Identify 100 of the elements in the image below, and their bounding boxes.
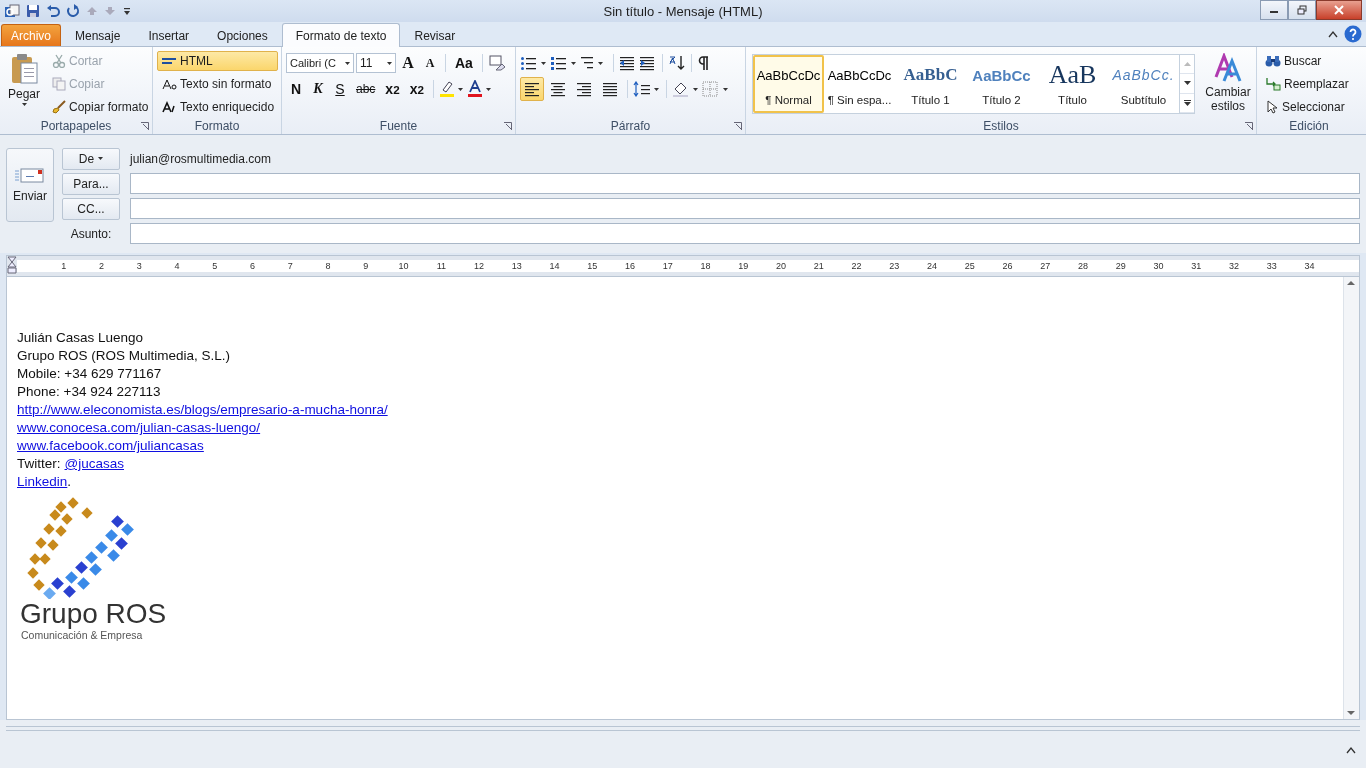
subject-label: Asunto: <box>69 226 113 241</box>
link[interactable]: www.facebook.com/juliancasas <box>17 437 204 455</box>
style-option[interactable]: AaBbCcDc ¶ Normal <box>753 55 824 113</box>
dialog-launcher-icon[interactable] <box>734 122 742 130</box>
customize-menu-icon[interactable] <box>122 5 132 17</box>
font-style-button[interactable]: N <box>286 78 306 100</box>
editing-button[interactable]: Reemplazar <box>1261 74 1353 94</box>
ruler-number: 27 <box>1039 261 1052 271</box>
style-option[interactable]: AaBbC Título 1 <box>895 55 966 113</box>
ruler-number: 30 <box>1152 261 1165 271</box>
ruler-number: 34 <box>1303 261 1316 271</box>
font-style-button[interactable]: S <box>330 78 350 100</box>
ruler-number: 20 <box>775 261 788 271</box>
paste-button[interactable]: Pegar <box>4 51 45 117</box>
clear-format-icon[interactable] <box>487 55 506 71</box>
ruler-number: 13 <box>510 261 523 271</box>
editing-button[interactable]: Seleccionar <box>1261 97 1353 117</box>
font-size-field[interactable]: 11 <box>356 53 396 73</box>
font-style-button[interactable]: abc <box>352 78 380 100</box>
style-option[interactable]: AaBbCcDc ¶ Sin espa... <box>824 55 895 113</box>
align-justify-icon <box>602 81 618 97</box>
indent-marker-icon[interactable] <box>7 256 17 276</box>
link[interactable]: @jucasas <box>64 455 124 473</box>
pilcrow-icon[interactable] <box>697 55 711 71</box>
ruler-number: 25 <box>963 261 976 271</box>
dialog-launcher-icon[interactable] <box>141 122 149 130</box>
envelope-icon <box>15 167 45 183</box>
close-button[interactable] <box>1316 0 1362 20</box>
ruler-number: 21 <box>812 261 825 271</box>
change-styles-button[interactable]: Cambiar estilos <box>1203 51 1253 117</box>
vertical-scrollbar[interactable] <box>1343 277 1359 719</box>
ruler-number: 5 <box>211 261 219 271</box>
ruler-number: 11 <box>435 261 448 271</box>
bullets-icon[interactable] <box>520 55 548 71</box>
sort-icon[interactable] <box>668 55 686 71</box>
down-caret-icon <box>1183 81 1191 86</box>
ruler-number: 14 <box>548 261 561 271</box>
paintbrush-icon <box>52 100 67 114</box>
shading-icon[interactable] <box>672 81 700 97</box>
link[interactable]: http://www.eleconomista.es/blogs/empresario-a-mucha-honra/ <box>17 401 388 419</box>
link[interactable]: www.conocesa.com/julian-casas-luengo/ <box>17 419 261 437</box>
ruler-number: 2 <box>98 261 106 271</box>
format-option[interactable]: Texto enriquecido <box>157 97 279 117</box>
increase-indent-icon[interactable] <box>639 55 657 71</box>
ribbon-tab[interactable]: Formato de texto <box>281 23 401 47</box>
send-button[interactable]: Enviar <box>6 148 54 222</box>
editing-button[interactable]: Buscar <box>1261 51 1353 71</box>
from-address: julian@rosmultimedia.com <box>130 151 271 166</box>
cursor-icon <box>1265 100 1279 114</box>
ruler-number: 16 <box>624 261 637 271</box>
highlight-icon[interactable] <box>438 80 465 98</box>
align-center-icon <box>550 81 566 97</box>
align-button[interactable] <box>520 77 544 101</box>
redo-icon[interactable] <box>66 4 80 18</box>
decrease-indent-icon[interactable] <box>619 55 637 71</box>
from-button[interactable]: De <box>62 147 120 170</box>
to-field[interactable] <box>130 173 1360 194</box>
shrink-font-button[interactable]: A <box>420 52 440 74</box>
change-case-button[interactable]: Aa <box>451 52 477 74</box>
help-icon[interactable] <box>1344 25 1362 43</box>
cc-field[interactable] <box>130 198 1360 219</box>
minimize-button[interactable] <box>1260 0 1288 20</box>
font-family-field[interactable]: Calibri (C <box>286 53 354 73</box>
ruler-number: 31 <box>1190 261 1203 271</box>
line-spacing-icon[interactable] <box>633 81 661 97</box>
dialog-launcher-icon[interactable] <box>504 122 512 130</box>
format-option[interactable]: Texto sin formato <box>157 74 279 94</box>
ruler-number: 24 <box>926 261 939 271</box>
ruler-number: 7 <box>286 261 294 271</box>
save-icon[interactable] <box>26 4 40 18</box>
collapse-ribbon-icon[interactable] <box>1328 30 1338 38</box>
body-text: Julián Casas Luengo <box>17 329 144 347</box>
font-color-icon[interactable] <box>466 80 493 98</box>
ribbon-tab[interactable]: Opciones <box>203 24 282 46</box>
cc-button[interactable]: CC... <box>62 197 120 220</box>
style-option[interactable]: AaBbCc Título 2 <box>966 55 1037 113</box>
style-option[interactable]: AaBbCc. Subtítulo <box>1108 55 1179 113</box>
group-label: Párrafo <box>610 117 651 134</box>
format-option[interactable]: HTML <box>157 51 279 71</box>
grow-font-button[interactable]: A <box>398 52 418 74</box>
numbering-icon[interactable] <box>550 55 578 71</box>
body-text: Phone: +34 924 227113 <box>17 383 161 401</box>
subject-field[interactable] <box>130 223 1360 244</box>
ruler-number: 19 <box>737 261 750 271</box>
undo-icon[interactable] <box>46 4 60 18</box>
dialog-launcher-icon[interactable] <box>1245 122 1253 130</box>
ruler-number: 18 <box>699 261 712 271</box>
ribbon-tab[interactable]: Revisar <box>400 24 470 46</box>
style-option[interactable]: AaB Título <box>1037 55 1108 113</box>
to-button[interactable]: Para... <box>62 172 120 195</box>
ruler-number: 22 <box>850 261 863 271</box>
up-caret-icon <box>1183 62 1191 67</box>
ribbon-tab[interactable]: Insertar <box>134 24 204 46</box>
ruler-number: 17 <box>661 261 674 271</box>
expand-icon[interactable] <box>1346 745 1356 754</box>
ruler-number: 33 <box>1265 261 1278 271</box>
ribbon-tab[interactable]: Mensaje <box>61 24 135 46</box>
font-style-button[interactable]: K <box>308 78 328 100</box>
more-icon <box>1183 99 1191 106</box>
clipboard-button[interactable]: Copiar formato <box>48 97 153 117</box>
